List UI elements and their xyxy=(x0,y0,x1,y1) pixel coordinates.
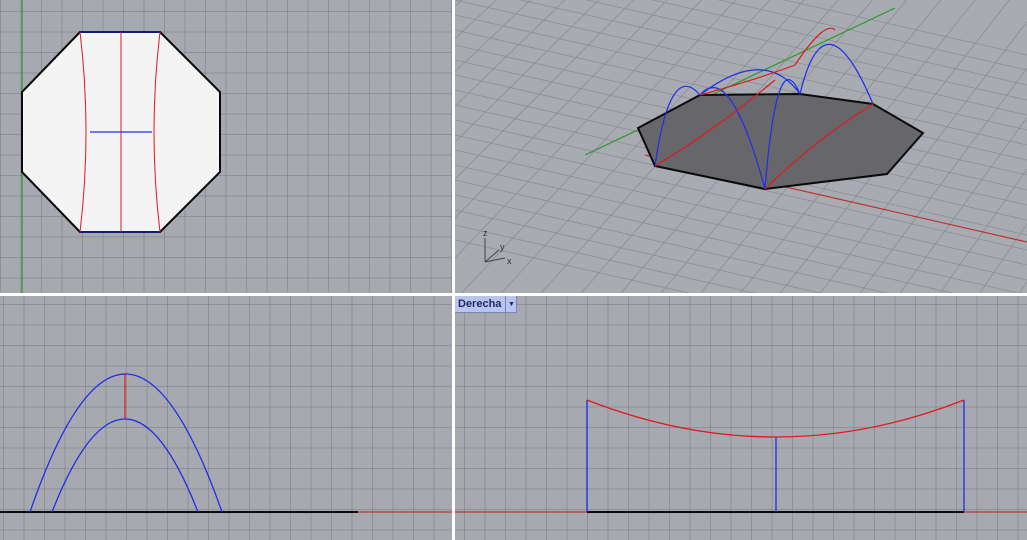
outer-arch[interactable] xyxy=(29,373,223,513)
triad-y-label: y xyxy=(500,242,505,252)
inner-arch[interactable] xyxy=(51,418,199,513)
top-view-canvas xyxy=(21,0,221,293)
viewport-front[interactable] xyxy=(0,296,452,540)
viewport-perspective[interactable]: z y x xyxy=(455,0,1027,293)
right-view-canvas xyxy=(455,399,1027,513)
sag-curve[interactable] xyxy=(586,399,965,438)
ridge-curve[interactable] xyxy=(699,27,836,96)
triad-z-label: z xyxy=(483,228,488,238)
perspective-canvas: z y x xyxy=(455,0,1027,293)
triad-x-label: x xyxy=(507,256,512,266)
front-view-canvas xyxy=(0,373,452,513)
viewport-right[interactable]: Derecha ▼ xyxy=(455,296,1027,540)
viewport-top[interactable] xyxy=(0,0,452,293)
